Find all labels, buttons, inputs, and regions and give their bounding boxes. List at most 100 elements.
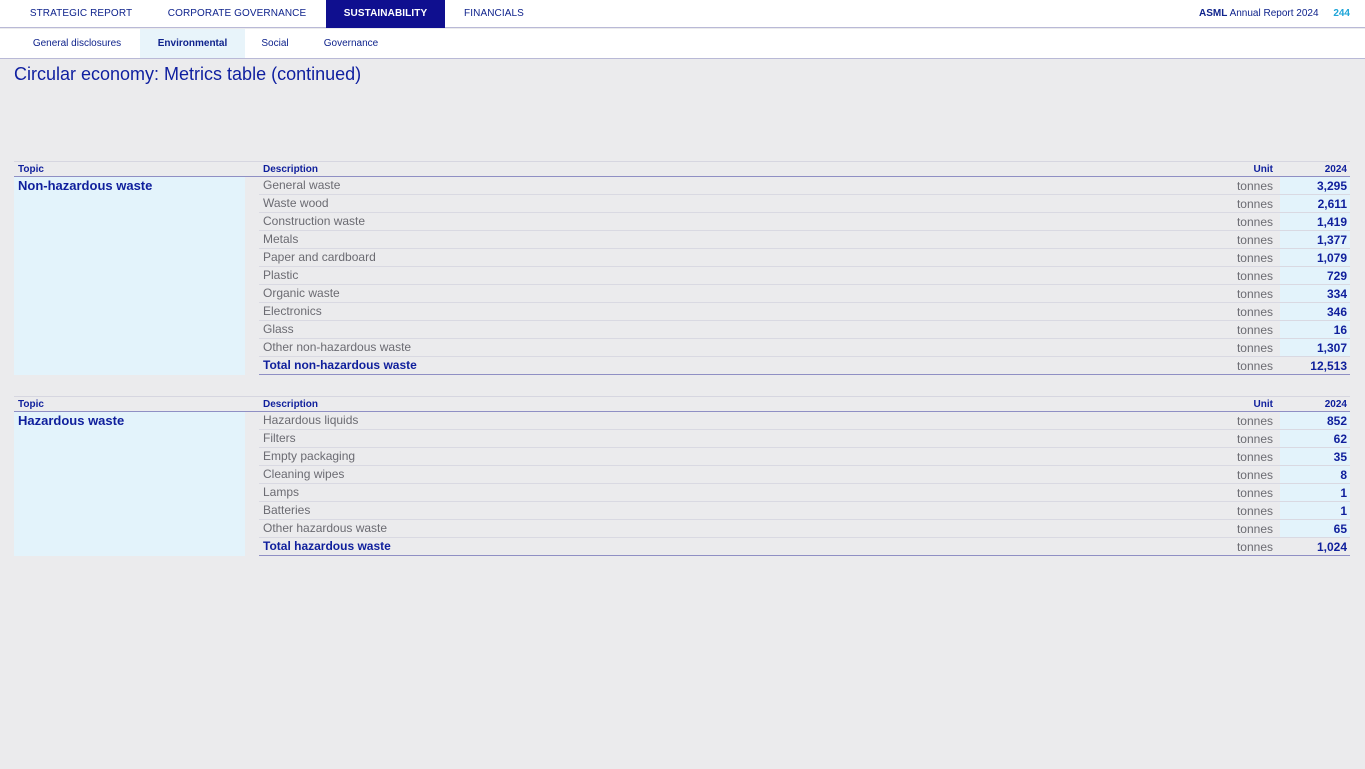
row-value: 35 (1280, 448, 1350, 465)
table-row: Waste wood tonnes 2,611 (259, 195, 1350, 213)
row-unit: tonnes (1236, 359, 1273, 373)
row-value: 3,295 (1280, 177, 1350, 194)
brand-report-title: Annual Report 2024 (1229, 8, 1319, 19)
header-topic: Topic (18, 399, 44, 410)
row-unit: tonnes (1236, 197, 1273, 211)
row-unit: tonnes (1236, 414, 1273, 428)
tab-strategic-report[interactable]: STRATEGIC REPORT (14, 0, 148, 28)
subtab-environmental[interactable]: Environmental (140, 29, 245, 58)
row-unit: tonnes (1236, 341, 1273, 355)
header-unit: Unit (1253, 399, 1273, 410)
topic-label: Hazardous waste (18, 413, 125, 428)
table-row: Batteries tonnes 1 (259, 502, 1350, 520)
row-unit: tonnes (1236, 504, 1273, 518)
row-unit: tonnes (1236, 522, 1273, 536)
row-unit: tonnes (1236, 323, 1273, 337)
tab-sustainability[interactable]: SUSTAINABILITY (326, 0, 445, 28)
row-unit: tonnes (1236, 468, 1273, 482)
row-description: Other non-hazardous waste (263, 340, 412, 354)
header-topic: Topic (18, 164, 44, 175)
row-description: Metals (263, 232, 299, 246)
table-row: Lamps tonnes 1 (259, 484, 1350, 502)
row-description: Total hazardous waste (263, 539, 391, 553)
row-value: 62 (1280, 430, 1350, 447)
row-unit: tonnes (1236, 215, 1273, 229)
row-value: 1,079 (1280, 249, 1350, 266)
row-description: Plastic (263, 268, 299, 282)
header-year: 2024 (1324, 164, 1347, 175)
row-value: 8 (1280, 466, 1350, 483)
row-description: Waste wood (263, 196, 329, 210)
top-navigation: STRATEGIC REPORT CORPORATE GOVERNANCE SU… (0, 0, 1365, 28)
table-row: Empty packaging tonnes 35 (259, 448, 1350, 466)
row-unit: tonnes (1236, 305, 1273, 319)
header-unit: Unit (1253, 164, 1273, 175)
table-total-row: Total non-hazardous waste tonnes 12,513 (259, 357, 1350, 375)
row-description: Electronics (263, 304, 322, 318)
table-row: Other non-hazardous waste tonnes 1,307 (259, 339, 1350, 357)
tab-corporate-governance[interactable]: CORPORATE GOVERNANCE (152, 0, 322, 28)
brand-name: ASML (1198, 8, 1228, 19)
header-description: Description (263, 164, 319, 175)
row-value: 1,024 (1316, 540, 1347, 554)
table-body: Non-hazardous waste General waste tonnes 3… (14, 177, 1350, 375)
subtab-social[interactable]: Social (249, 29, 301, 58)
row-value: 346 (1280, 303, 1350, 320)
row-value: 1,307 (1280, 339, 1350, 356)
table-row: Metals tonnes 1,377 (259, 231, 1350, 249)
sub-navigation: General disclosures Environmental Social… (0, 29, 1365, 59)
table-row: Glass tonnes 16 (259, 321, 1350, 339)
row-value: 334 (1280, 285, 1350, 302)
header-year: 2024 (1324, 399, 1347, 410)
row-description: Filters (263, 431, 296, 445)
topic-cell: Hazardous waste (14, 412, 245, 556)
tab-financials[interactable]: FINANCIALS (449, 0, 539, 28)
row-value: 729 (1280, 267, 1350, 284)
row-description: Empty packaging (263, 449, 356, 463)
table-row: Filters tonnes 62 (259, 430, 1350, 448)
table-row: Organic waste tonnes 334 (259, 285, 1350, 303)
table-row: Electronics tonnes 346 (259, 303, 1350, 321)
row-value: 65 (1280, 520, 1350, 537)
row-description: Glass (263, 322, 294, 336)
row-unit: tonnes (1236, 486, 1273, 500)
topic-cell: Non-hazardous waste (14, 177, 245, 375)
table-header: Topic Description Unit 2024 (14, 396, 1350, 412)
table-row: Other hazardous waste tonnes 65 (259, 520, 1350, 538)
row-description: General waste (263, 178, 341, 192)
row-unit: tonnes (1236, 251, 1273, 265)
row-description: Total non-hazardous waste (263, 358, 417, 372)
page-number: 244 (1333, 8, 1350, 19)
subtab-general-disclosures[interactable]: General disclosures (18, 29, 136, 58)
row-unit: tonnes (1236, 450, 1273, 464)
table-row: Cleaning wipes tonnes 8 (259, 466, 1350, 484)
metrics-table-non-hazardous: Topic Description Unit 2024 Non-hazardou… (14, 161, 1350, 375)
table-row: General waste tonnes 3,295 (259, 177, 1350, 195)
row-unit: tonnes (1236, 432, 1273, 446)
subtab-governance[interactable]: Governance (305, 29, 397, 58)
row-unit: tonnes (1236, 269, 1273, 283)
topic-label: Non-hazardous waste (18, 178, 153, 193)
row-value: 1,377 (1280, 231, 1350, 248)
table-row: Plastic tonnes 729 (259, 267, 1350, 285)
table-body: Hazardous waste Hazardous liquids tonnes 8… (14, 412, 1350, 556)
header-description: Description (263, 399, 319, 410)
row-description: Other hazardous waste (263, 521, 388, 535)
row-description: Construction waste (263, 214, 366, 228)
row-unit: tonnes (1236, 287, 1273, 301)
row-unit: tonnes (1236, 233, 1273, 247)
row-description: Organic waste (263, 286, 340, 300)
row-description: Cleaning wipes (263, 467, 345, 481)
table-row: Hazardous liquids tonnes 852 (259, 412, 1350, 430)
table-row: Paper and cardboard tonnes 1,079 (259, 249, 1350, 267)
report-brand: ASML Annual Report 2024 244 (1199, 0, 1350, 28)
table-header: Topic Description Unit 2024 (14, 161, 1350, 177)
row-unit: tonnes (1236, 540, 1273, 554)
row-description: Paper and cardboard (263, 250, 376, 264)
row-description: Hazardous liquids (263, 413, 359, 427)
row-value: 2,611 (1280, 195, 1350, 212)
row-unit: tonnes (1236, 179, 1273, 193)
row-value: 1,419 (1280, 213, 1350, 230)
table-total-row: Total hazardous waste tonnes 1,024 (259, 538, 1350, 556)
row-description: Lamps (263, 485, 300, 499)
